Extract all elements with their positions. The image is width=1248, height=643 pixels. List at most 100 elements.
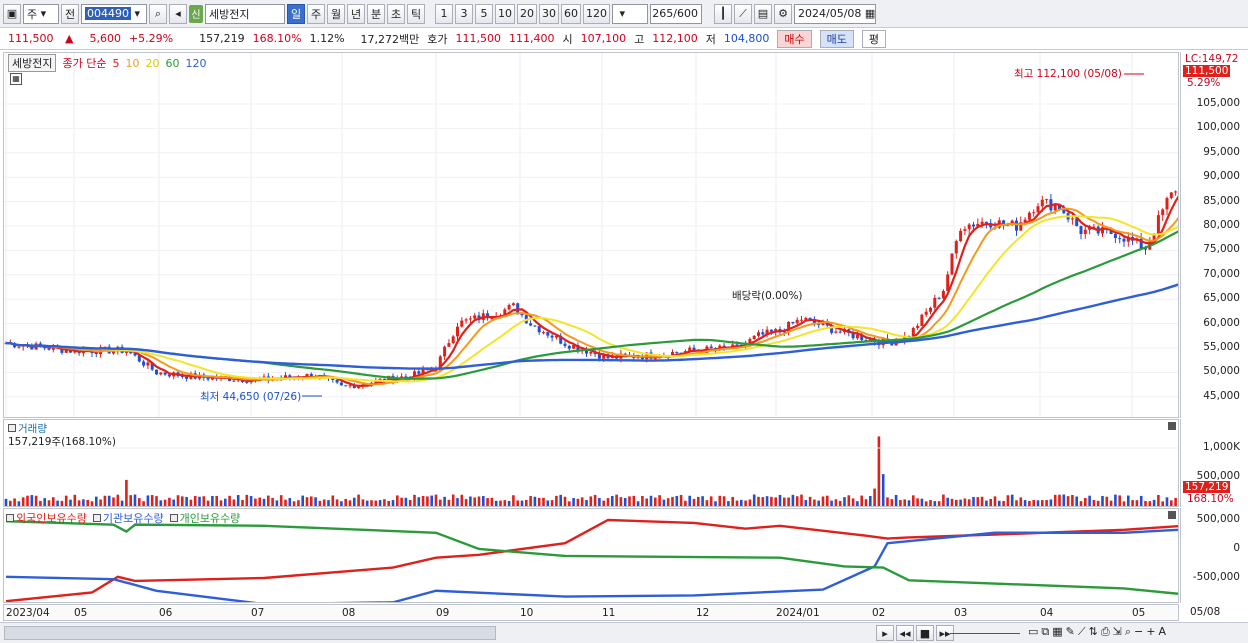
period-year[interactable]: 년 [347,3,365,24]
candle-body [1070,218,1074,220]
volume-bar [271,497,274,506]
candle-icon[interactable]: ┃ [714,3,732,24]
credit-badge: 신 [189,4,203,23]
volume-bar [1010,494,1014,506]
mode-button[interactable]: 전 [61,3,79,24]
scrollbar[interactable] [4,626,496,640]
volume-bar [413,494,416,506]
rewind-icon[interactable]: ◂◂ [896,625,914,641]
custom-interval[interactable]: ▾ [612,3,648,24]
candle-body [142,361,146,366]
draw-icon[interactable]: ✎ [1066,625,1075,639]
volume-bar [735,500,739,506]
stop-icon[interactable]: ■ [916,625,934,641]
date-input[interactable]: 2024/05/08 ▦ [794,3,876,24]
period-second[interactable]: 초 [387,3,405,24]
period-day[interactable]: 일 [287,3,305,24]
volume-bar [1071,494,1074,506]
price-tick: 60,000 [1203,316,1240,329]
market-select[interactable]: 주 ▾ [23,3,59,24]
eval-button[interactable]: 평 [861,29,887,48]
candle-body [800,319,803,321]
candle-body [490,318,494,320]
window-icon[interactable]: ▭ [1028,625,1038,639]
zoom-out-icon[interactable]: − [1134,625,1143,639]
square-icon [6,514,14,522]
volume-bar [589,496,593,506]
buy-button[interactable]: 매수 [777,29,812,48]
volume-pane[interactable]: 거래량 157,219주(168.10%) [3,419,1179,507]
volume-bar [714,501,717,506]
magnify-icon[interactable]: ⌕ [1125,625,1131,639]
volume-bar [473,497,476,506]
volume-bar [99,499,102,506]
line-icon[interactable]: ⟋ [1078,625,1086,639]
zoom-in-icon[interactable]: + [1146,625,1155,639]
lc-label: LC:149,72 [1185,53,1239,65]
compare-icon[interactable]: ⇅ [1089,625,1098,639]
volume-bar [740,499,743,506]
volume-bar [1139,495,1143,506]
close-pane-icon[interactable] [1168,422,1176,430]
interval-5[interactable]: 5 [475,3,493,24]
interval-30[interactable]: 30 [539,3,559,24]
search-icon[interactable]: ⌕ [149,3,167,24]
print-icon[interactable]: ⎙ [1101,625,1110,639]
save-icon[interactable]: ▤ [754,3,772,24]
volume-bar [9,500,12,506]
candle-body [653,358,657,360]
sell-button[interactable]: 매도 [819,29,854,48]
close-pane-icon[interactable] [1168,511,1176,519]
layout-icon[interactable]: ▣ [3,3,21,24]
volume-bar [817,500,820,506]
holdings-tick: 0 [1233,542,1240,554]
volume-bar [1114,494,1117,506]
period-week[interactable]: 주 [307,3,325,24]
code-input[interactable]: 004490 ▾ [81,3,147,24]
volume-bar [490,497,494,506]
interval-10[interactable]: 10 [495,3,515,24]
volume-bar [1066,496,1070,506]
period-minute[interactable]: 분 [367,3,385,24]
volume-bar [688,495,691,506]
high-label: 고 [634,32,645,46]
volume-bar [856,501,859,506]
volume-axis: 1,000K 500,000 157,219 168.10% [1180,419,1246,507]
table-icon[interactable]: ▦ [1052,625,1062,639]
volume-bar [26,495,29,506]
speaker-icon[interactable]: ◂ [169,3,187,24]
interval-3[interactable]: 3 [455,3,473,24]
name-field[interactable]: 세방전지 [205,3,285,24]
volume-bar [374,500,378,506]
play-icon[interactable]: ▸ [876,625,894,641]
count-field[interactable]: 265/600 [650,3,702,24]
calculator-icon[interactable]: ▦ [10,73,22,85]
candle-body [550,335,554,338]
interval-60[interactable]: 60 [561,3,581,24]
price-pane[interactable]: 세방전지 종가 단순 5 10 20 60 120 ▦ 최고 112,100 (… [3,52,1179,418]
volume-last-tag: 157,219 [1183,481,1231,493]
volume-bar [327,500,330,506]
period-month[interactable]: 월 [327,3,345,24]
candle-body [1015,220,1018,231]
copy-icon[interactable]: ⧉ [1041,625,1049,639]
candle-body [520,314,524,316]
volume-bar [800,494,803,506]
period-tick[interactable]: 틱 [407,3,425,24]
volume-bar [675,495,679,506]
holdings-pane[interactable]: 외국인보유수량 기관보유수량 개인보유수량 [3,508,1179,603]
font-size-icon[interactable]: A [1158,625,1166,639]
interval-1[interactable]: 1 [435,3,453,24]
tools-icon[interactable]: ⟋ [734,3,752,24]
volume-bar [421,496,425,506]
holdings-legend: 외국인보유수량 기관보유수량 개인보유수량 [6,510,240,526]
zoom-slider[interactable] [950,633,1020,634]
interval-120[interactable]: 120 [583,3,610,24]
gear-icon[interactable]: ⚙ [774,3,792,24]
volume-bar [150,495,154,506]
volume-bar [516,500,519,506]
interval-20[interactable]: 20 [517,3,537,24]
export-icon[interactable]: ⇲ [1113,625,1122,639]
candle-body [1161,209,1165,216]
candle-body [473,315,477,319]
